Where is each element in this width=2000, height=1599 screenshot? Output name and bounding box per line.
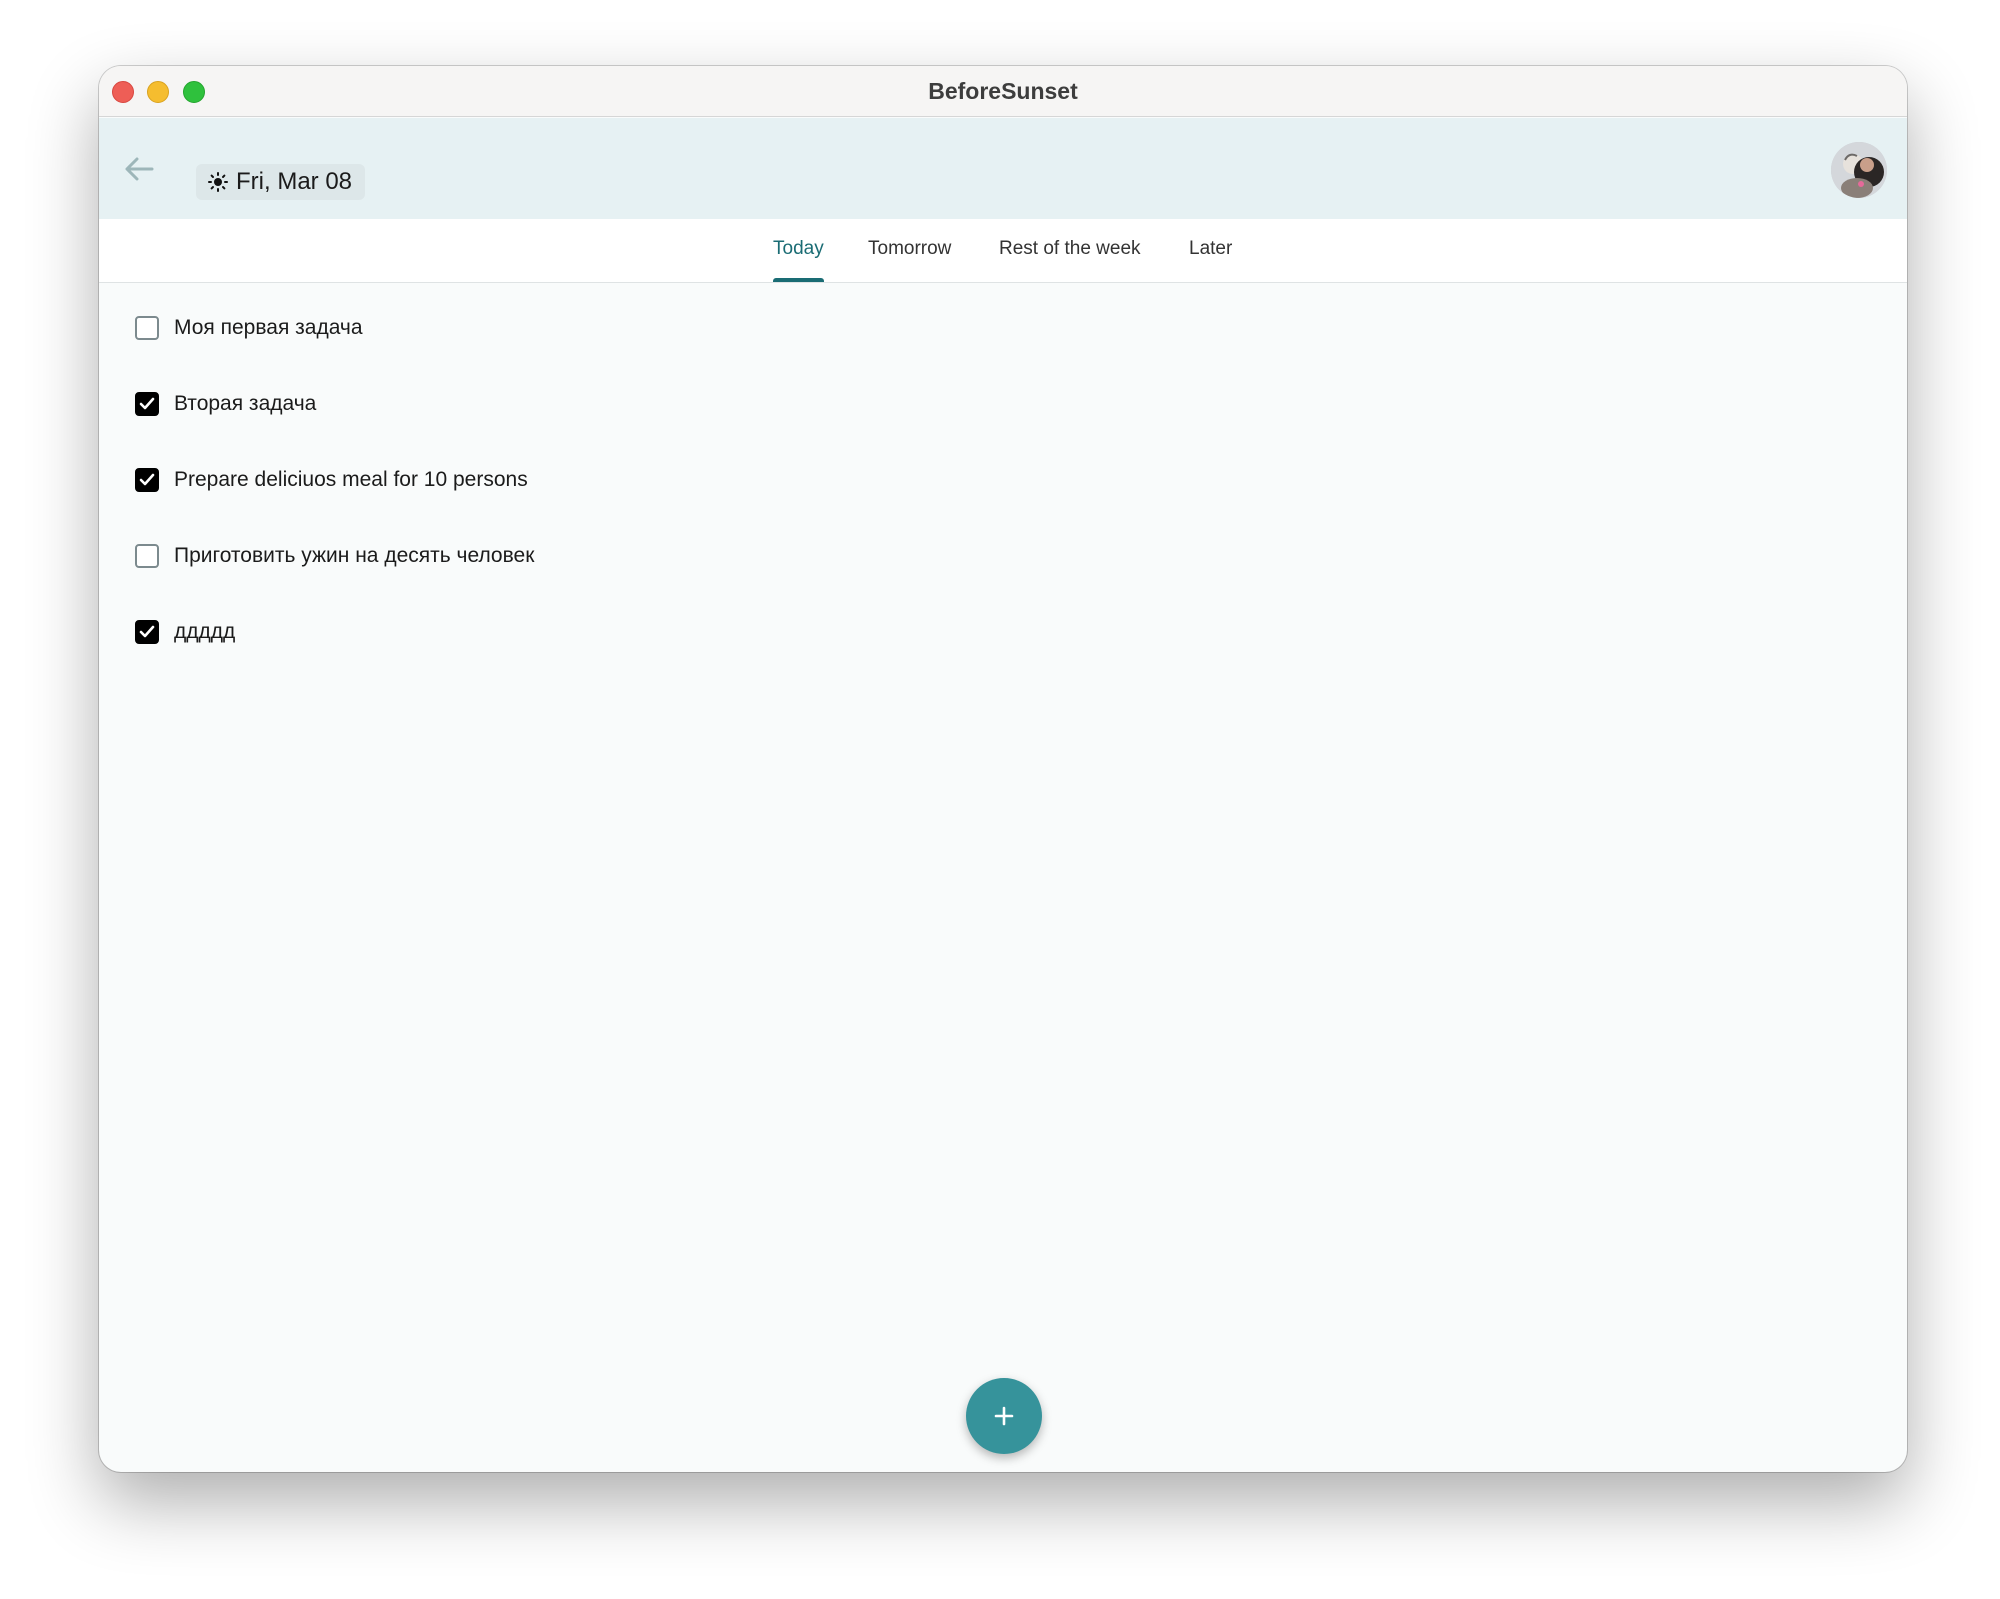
- task-checkbox[interactable]: [135, 620, 159, 644]
- task-checkbox[interactable]: [135, 544, 159, 568]
- avatar-image: [1831, 142, 1887, 198]
- task-checkbox[interactable]: [135, 316, 159, 340]
- sun-icon: [208, 172, 228, 192]
- date-label: Fri, Mar 08: [236, 168, 353, 195]
- active-tab-indicator: [773, 278, 824, 282]
- app-window: BeforeSunset Fri, Mar 08 Today Tomorrow …: [99, 66, 1907, 1472]
- title-bar: BeforeSunset: [99, 66, 1907, 117]
- tab-rest-of-the-week[interactable]: Rest of the week: [999, 219, 1141, 282]
- task-label: Prepare deliciuos meal for 10 persons: [174, 468, 528, 491]
- tab-label: Later: [1189, 238, 1233, 259]
- task-item[interactable]: Приготовить ужин на десять человек: [135, 538, 935, 574]
- app-bar: Fri, Mar 08: [99, 118, 1907, 219]
- task-item[interactable]: ддддд: [135, 614, 935, 650]
- tab-tomorrow[interactable]: Tomorrow: [868, 219, 951, 282]
- task-label: ддддд: [174, 620, 236, 643]
- window-title: BeforeSunset: [928, 78, 1078, 104]
- task-item[interactable]: Моя первая задача: [135, 310, 935, 346]
- task-label: Приготовить ужин на десять человек: [174, 544, 535, 567]
- date-selector[interactable]: Fri, Mar 08: [196, 164, 365, 200]
- tab-label: Today: [773, 238, 824, 259]
- arrow-left-icon: [125, 157, 154, 181]
- plus-icon: [994, 1406, 1014, 1426]
- task-item[interactable]: Prepare deliciuos meal for 10 persons: [135, 462, 935, 498]
- tab-label: Tomorrow: [868, 238, 952, 259]
- task-item[interactable]: Вторая задача: [135, 386, 935, 422]
- checkmark-icon: [139, 473, 155, 486]
- task-checkbox[interactable]: [135, 468, 159, 492]
- back-button[interactable]: [117, 147, 161, 191]
- add-task-button[interactable]: [966, 1378, 1042, 1454]
- task-checkbox[interactable]: [135, 392, 159, 416]
- checkmark-icon: [139, 625, 155, 638]
- task-label: Моя первая задача: [174, 316, 363, 339]
- checkmark-icon: [139, 397, 155, 410]
- task-label: Вторая задача: [174, 392, 317, 415]
- tab-bar: Today Tomorrow Rest of the week Later: [99, 219, 1907, 283]
- tab-label: Rest of the week: [999, 238, 1141, 259]
- tab-today[interactable]: Today: [773, 219, 824, 282]
- tab-later[interactable]: Later: [1189, 219, 1232, 282]
- user-avatar[interactable]: [1831, 142, 1887, 198]
